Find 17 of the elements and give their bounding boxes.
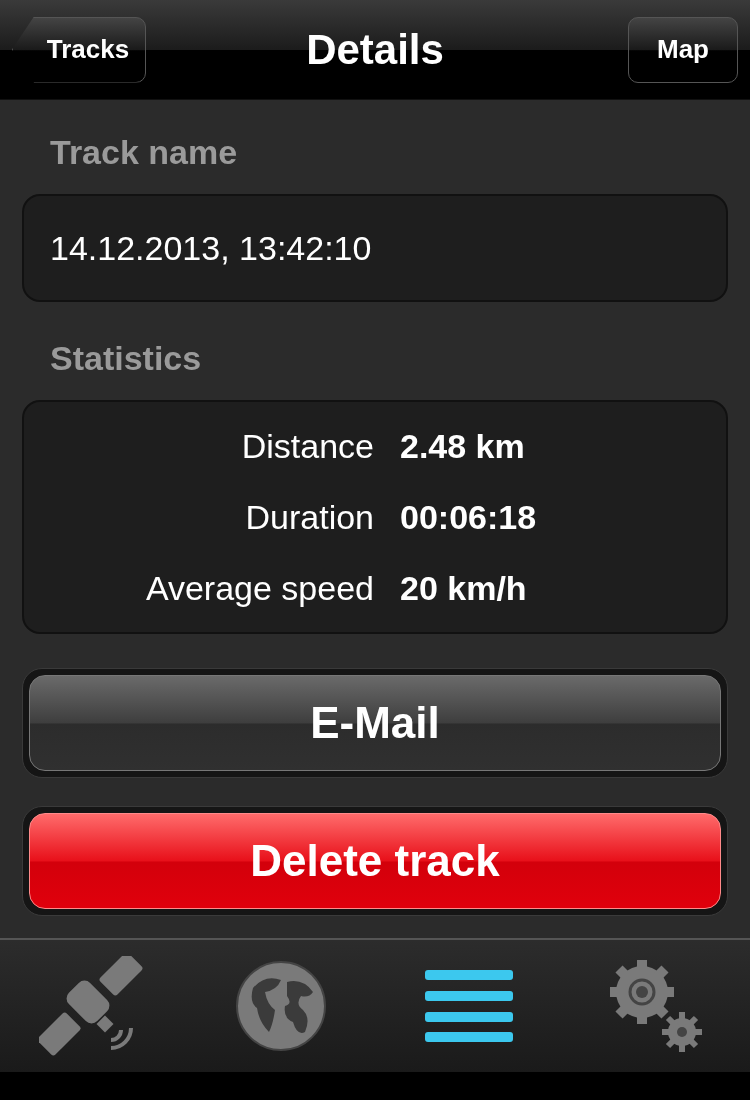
back-button[interactable]: Tracks: [12, 16, 146, 83]
statistic-value: 00:06:18: [400, 496, 537, 538]
list-icon: [422, 968, 515, 1044]
statistic-value: 20 km/h: [400, 567, 527, 609]
statistic-label: Distance: [240, 425, 374, 467]
email-button[interactable]: E-Mail: [29, 675, 721, 771]
delete-button[interactable]: Delete track: [29, 813, 721, 909]
statistic-value: 2.48 km: [400, 425, 525, 467]
statistic-label: Duration: [244, 496, 374, 538]
section-label: Track name: [49, 132, 239, 173]
map-button[interactable]: Map: [628, 16, 738, 83]
screen-title: Details: [306, 25, 444, 75]
track-name-value: 14.12.2013, 13:42:10: [50, 227, 372, 269]
track-name-field[interactable]: 14.12.2013, 13:42:10: [22, 194, 728, 302]
settings-icon: [608, 958, 705, 1054]
section-label: Statistics: [49, 338, 203, 379]
statistic-label: Average speed: [144, 567, 374, 609]
